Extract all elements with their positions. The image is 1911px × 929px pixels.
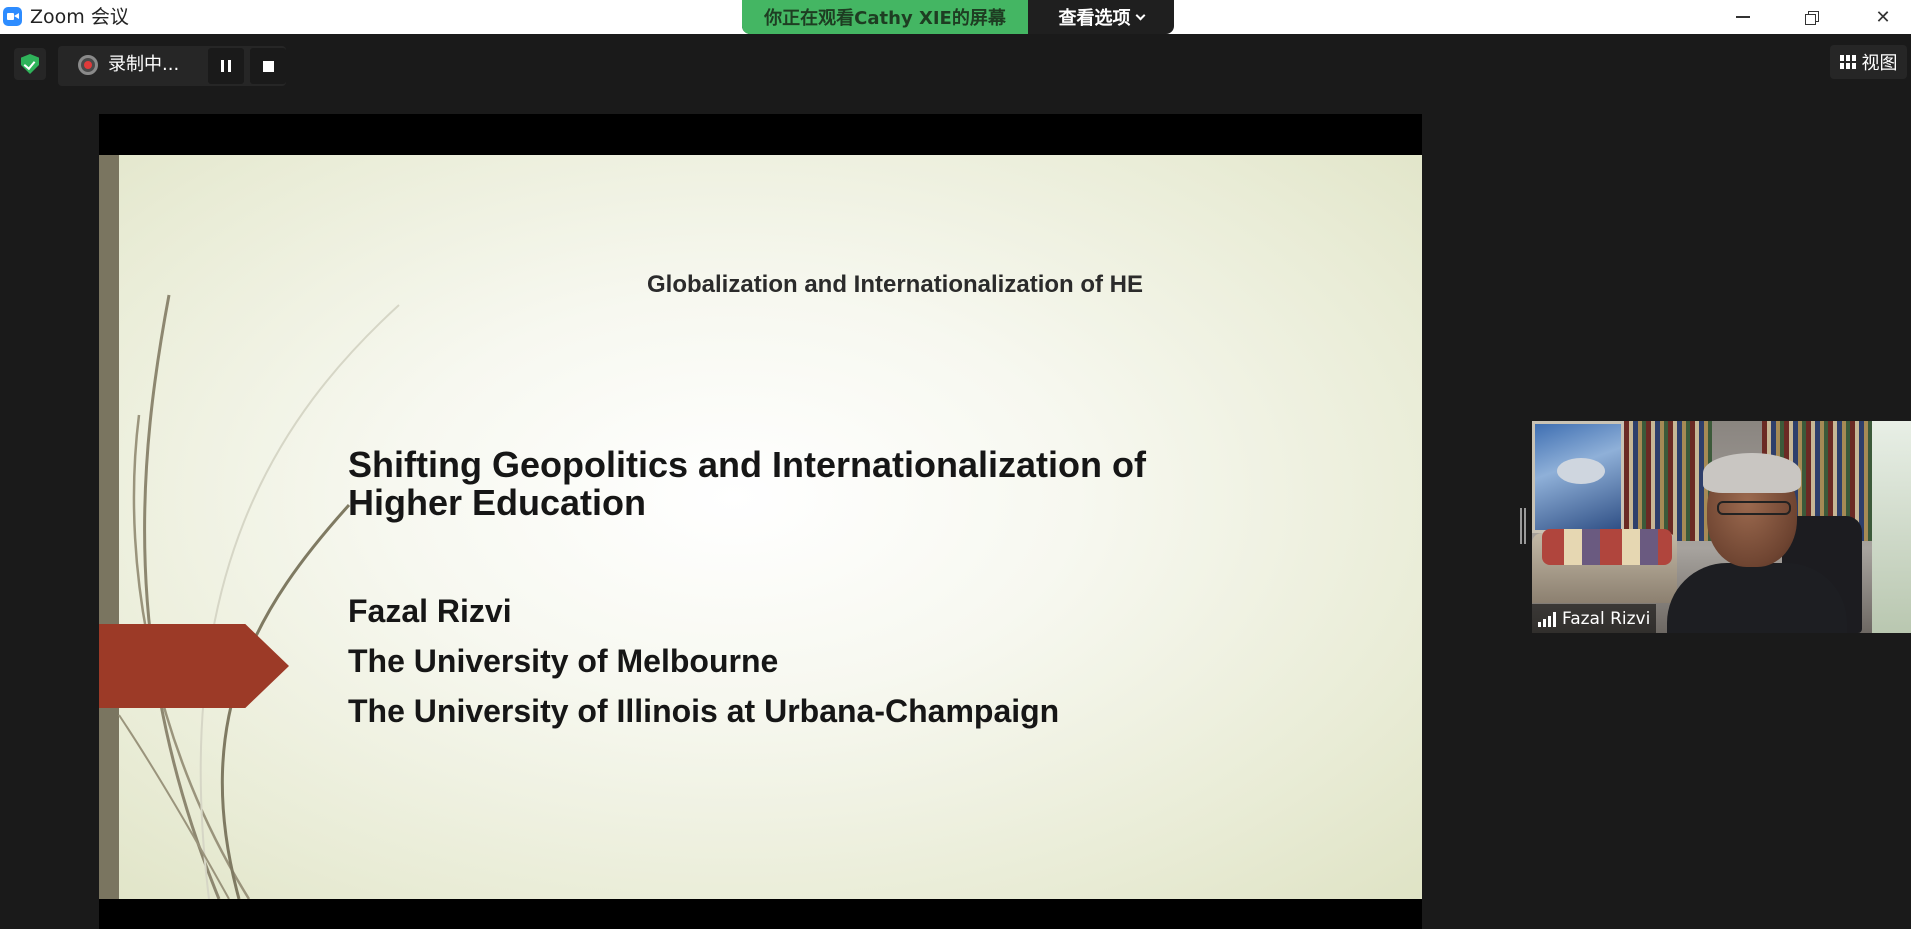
affiliation-1: The University of Melbourne bbox=[348, 643, 779, 679]
zoom-logo-icon bbox=[3, 7, 22, 26]
security-shield-button[interactable] bbox=[14, 48, 46, 80]
grid-view-icon bbox=[1839, 55, 1856, 69]
window-title: Zoom 会议 bbox=[30, 6, 129, 28]
affiliation-2: The University of Illinois at Urbana-Cha… bbox=[348, 693, 1060, 729]
panel-resize-handle[interactable] bbox=[1520, 508, 1526, 544]
slide-title-line-1: Shifting Geopolitics and Internationaliz… bbox=[348, 444, 1146, 485]
participant-name: Fazal Rizvi bbox=[1562, 608, 1651, 629]
view-button[interactable]: 视图 bbox=[1830, 45, 1907, 79]
slide-title-line-2: Higher Education bbox=[348, 482, 647, 523]
stop-icon bbox=[262, 60, 274, 72]
chevron-down-icon bbox=[1135, 10, 1145, 20]
video-painting bbox=[1532, 421, 1624, 533]
recording-icon bbox=[78, 55, 98, 75]
minimize-icon bbox=[1736, 16, 1750, 18]
participant-person bbox=[1667, 451, 1847, 633]
viewing-screen-label: 你正在观看Cathy XIE的屏幕 bbox=[742, 0, 1028, 34]
view-label: 视图 bbox=[1861, 53, 1898, 74]
view-options-label: 查看选项 bbox=[1058, 8, 1131, 29]
recording-controls: 录制中... bbox=[58, 46, 286, 86]
signal-strength-icon bbox=[1538, 611, 1556, 627]
slide-header: Globalization and Internationalization o… bbox=[647, 271, 1144, 298]
decorative-curves bbox=[118, 294, 400, 899]
restore-button[interactable] bbox=[1778, 0, 1848, 34]
stop-recording-button[interactable] bbox=[250, 48, 286, 84]
pause-recording-button[interactable] bbox=[208, 48, 244, 84]
participant-video-tile[interactable]: Fazal Rizvi bbox=[1532, 421, 1911, 633]
minimize-button[interactable] bbox=[1708, 0, 1778, 34]
participant-name-tag: Fazal Rizvi bbox=[1532, 604, 1656, 633]
shared-screen: Globalization and Internationalization o… bbox=[99, 114, 1422, 929]
shield-check-icon bbox=[21, 54, 39, 74]
pause-icon bbox=[221, 60, 231, 72]
screen-share-banner: 你正在观看Cathy XIE的屏幕 查看选项 bbox=[742, 0, 1174, 34]
presenter-name: Fazal Rizvi bbox=[348, 593, 512, 629]
slide-title: Shifting Geopolitics and Internationaliz… bbox=[348, 446, 1248, 522]
recording-status: 录制中... bbox=[108, 54, 180, 75]
view-options-button[interactable]: 查看选项 bbox=[1028, 0, 1174, 34]
close-button[interactable]: ✕ bbox=[1848, 0, 1911, 34]
close-icon: ✕ bbox=[1875, 6, 1891, 28]
presentation-slide: Globalization and Internationalization o… bbox=[99, 155, 1422, 899]
